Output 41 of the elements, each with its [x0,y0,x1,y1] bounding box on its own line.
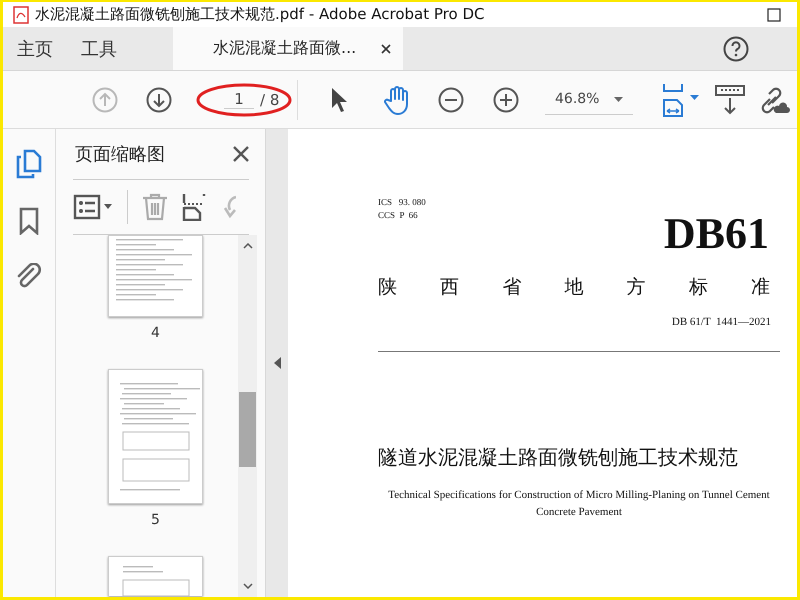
scrollbar-thumb[interactable] [239,392,256,467]
page-count: / 8 [260,90,280,108]
maximize-icon[interactable] [767,8,781,22]
standard-logo: DB61 [664,212,769,256]
page-number: 4 [151,325,160,341]
help-icon[interactable] [723,36,749,62]
page-number: 5 [151,512,160,528]
page-number-field[interactable]: 1 [224,90,254,109]
pages-icon[interactable] [16,149,42,179]
page-thumbnail[interactable] [108,556,203,596]
close-icon[interactable] [381,44,391,54]
zoom-out-icon[interactable] [438,86,464,112]
pdf-icon [13,6,29,24]
close-icon[interactable] [233,146,249,162]
zoom-in-icon[interactable] [493,86,519,112]
classification-code: ICS 93. 080 [378,197,427,207]
scrollbar[interactable] [238,235,257,597]
extract-page-icon[interactable] [182,193,206,221]
panel-title: 页面缩略图 [75,143,165,166]
document-title: 隧道水泥混凝土路面微铣刨施工技术规范 [378,444,739,471]
page-thumbnail[interactable] [108,369,203,504]
scroll-mode-icon[interactable] [715,84,745,114]
pointer-icon[interactable] [330,86,348,112]
scroll-down-icon[interactable] [242,583,252,589]
options-icon[interactable] [73,194,113,220]
page-thumbnail[interactable] [108,235,203,317]
window-title: 水泥混凝土路面微铣刨施工技术规范.pdf - Adobe Acrobat Pro DC [35,5,484,24]
caret-icon [614,96,623,102]
collapse-icon[interactable] [274,357,280,369]
hand-icon[interactable] [383,84,411,114]
zoom-dropdown[interactable]: 46.8% [545,84,633,114]
document-tab[interactable]: 水泥混凝土路面微... [173,27,403,70]
scroll-up-icon[interactable] [242,243,252,249]
document-subtitle: Technical Specifications for Construction of Micro Milling-Planing on Tunnel Cement Concrete Pavement [387,488,771,520]
classification-code: CCS P 66 [378,210,419,220]
standard-heading: 陕 西 省 地 方 标 准 [378,275,770,300]
bookmark-icon[interactable] [19,207,39,235]
standard-number: DB 61/T 1441—2021 [672,316,771,328]
nav-tab[interactable]: 主页 [3,27,67,70]
page-fit-icon[interactable] [661,82,701,116]
nav-tab[interactable]: 工具 [67,27,131,70]
